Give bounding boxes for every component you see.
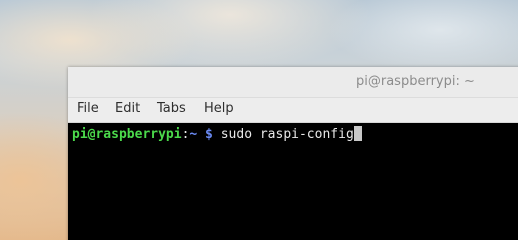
prompt-symbol: $ (197, 127, 221, 142)
window-title: pi@raspberrypi: ~ (356, 74, 475, 89)
typed-command: sudo raspi-config (220, 127, 354, 142)
terminal-window[interactable]: pi@raspberrypi: ~ File Edit Tabs Help pi… (68, 67, 518, 240)
terminal-console[interactable]: pi@raspberrypi:~ $ sudo raspi-config (68, 123, 518, 240)
menu-bar: File Edit Tabs Help (68, 98, 518, 123)
text-cursor (353, 126, 362, 141)
menu-help[interactable]: Help (204, 101, 234, 116)
menu-file[interactable]: File (77, 101, 99, 116)
command-line: pi@raspberrypi:~ $ sudo raspi-config (72, 126, 362, 143)
title-bar[interactable]: pi@raspberrypi: ~ (68, 67, 518, 98)
menu-edit[interactable]: Edit (115, 101, 140, 116)
prompt-user-host: pi@raspberrypi (72, 127, 182, 142)
menu-tabs[interactable]: Tabs (157, 101, 186, 116)
